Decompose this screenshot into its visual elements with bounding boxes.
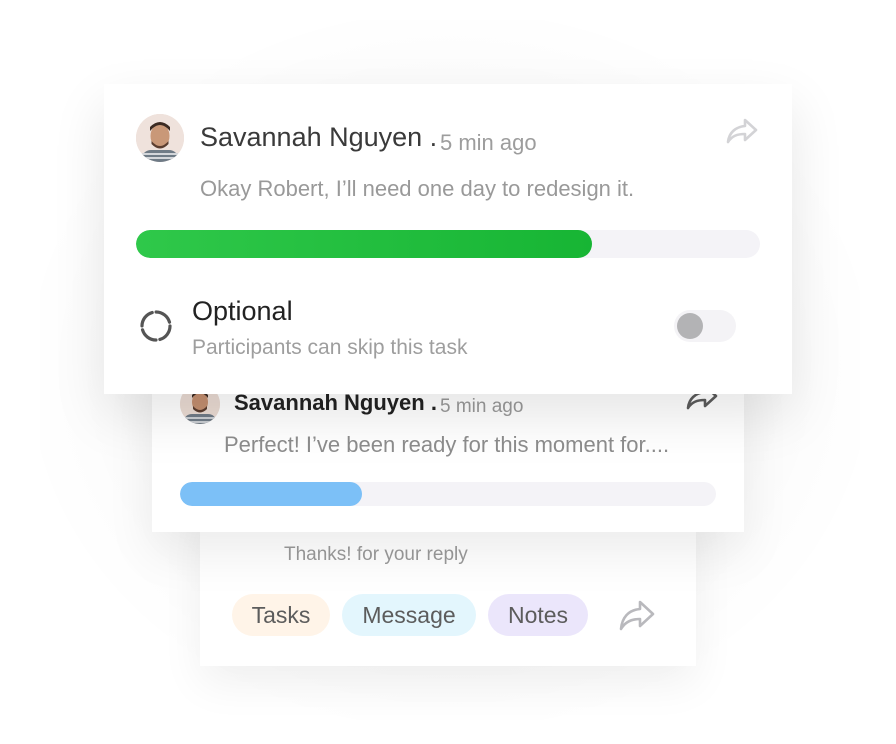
loading-spinner-icon (140, 310, 172, 342)
message-chip[interactable]: Message (342, 594, 476, 636)
option-subtitle: Participants can skip this task (192, 336, 468, 359)
timestamp: 5 min ago (440, 130, 537, 155)
comment-text: Okay Robert, I’ll need one day to redesi… (200, 176, 635, 201)
toggle-knob (677, 313, 703, 339)
tasks-chip[interactable]: Tasks (232, 594, 330, 636)
optional-toggle[interactable] (674, 310, 736, 342)
progress-bar (136, 230, 760, 258)
progress-fill (180, 482, 363, 506)
avatar (136, 114, 184, 162)
comment-card-primary: Savannah Nguyen . 5 min ago Okay Robert,… (104, 84, 792, 394)
author-name: Savannah Nguyen . (200, 122, 438, 152)
share-arrow-icon[interactable] (726, 118, 758, 144)
progress-fill (136, 230, 592, 258)
option-title: Optional (192, 296, 293, 326)
timestamp: 5 min ago (440, 396, 524, 417)
share-arrow-icon[interactable] (618, 598, 656, 632)
reply-message: Thanks! for your reply (284, 544, 468, 565)
progress-bar (180, 482, 716, 506)
comment-text: Perfect! I’ve been ready for this moment… (224, 432, 670, 457)
notes-chip[interactable]: Notes (488, 594, 588, 636)
